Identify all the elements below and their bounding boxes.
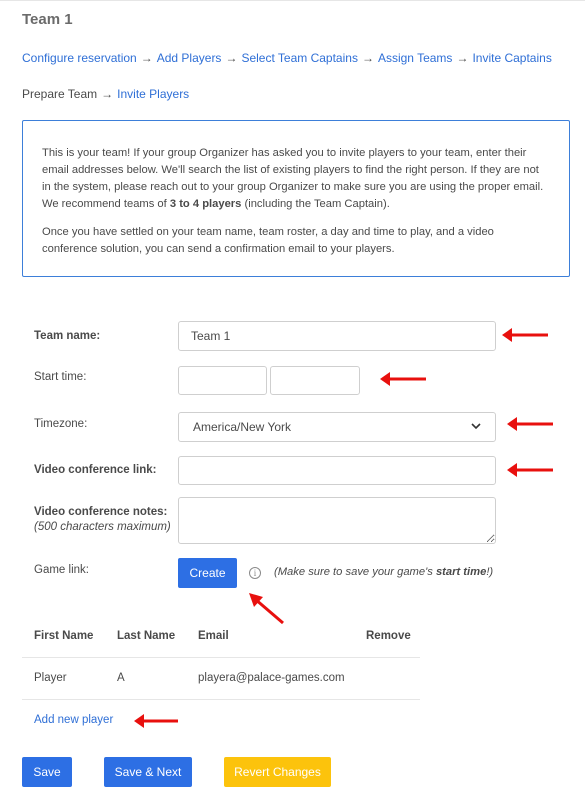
game-note-text: (Make sure to save your game's (274, 566, 436, 578)
game-note-start-time: start time (435, 566, 487, 578)
breadcrumb-invite-players[interactable]: Invite Players (117, 87, 189, 101)
breadcrumb-separator: → (140, 51, 153, 65)
player-email: playera@palace-games.com (198, 672, 345, 684)
info-icon[interactable]: i (249, 567, 261, 579)
create-game-button[interactable]: Create (178, 558, 237, 588)
start-date-input[interactable] (178, 366, 267, 395)
game-link-label: Game link: (34, 564, 89, 576)
game-link-note: (Make sure to save your game's start tim… (274, 566, 493, 578)
player-last-name: A (117, 672, 125, 684)
breadcrumb-assign-teams[interactable]: Assign Teams (378, 51, 452, 65)
top-divider (0, 0, 585, 1)
start-time-label: Start time: (34, 371, 87, 383)
info-paragraph-1: This is your team! If your group Organiz… (42, 145, 549, 213)
breadcrumb-prepare-team: Prepare Team (22, 87, 98, 101)
video-notes-limit: (500 characters maximum) (34, 521, 171, 533)
info-paragraph-2: Once you have settled on your team name,… (42, 226, 494, 255)
team-name-label: Team name: (34, 330, 101, 342)
breadcrumb-current: Prepare Team → Invite Players (22, 87, 189, 101)
annotation-arrow-icon (502, 328, 548, 342)
column-header-email: Email (198, 630, 229, 642)
chevron-down-icon (471, 421, 481, 433)
breadcrumb-separator: → (225, 51, 238, 65)
breadcrumb-select-team-captains[interactable]: Select Team Captains (241, 51, 358, 65)
timezone-select[interactable]: America/New York (178, 412, 496, 442)
info-team-size: 3 to 4 players (169, 198, 242, 210)
page-title: Team 1 (22, 11, 73, 28)
breadcrumb-separator: → (456, 51, 469, 65)
breadcrumb-separator: → (361, 51, 374, 65)
timezone-value: America/New York (193, 420, 292, 434)
start-time-input[interactable] (270, 366, 360, 395)
breadcrumb-steps: Configure reservation → Add Players → Select… (22, 51, 552, 65)
breadcrumb-invite-captains[interactable]: Invite Captains (472, 51, 551, 65)
timezone-label: Timezone: (34, 418, 88, 430)
add-new-player-link[interactable]: Add new player (34, 714, 113, 726)
team-info-box: This is your team! If your group Organiz… (22, 120, 570, 277)
annotation-arrow-icon (380, 372, 426, 386)
table-divider (22, 657, 420, 658)
annotation-arrow-icon (507, 417, 553, 431)
video-link-label: Video conference link: (34, 464, 157, 476)
video-notes-label-text: Video conference notes: (34, 506, 168, 518)
video-link-input[interactable] (178, 456, 496, 485)
save-button[interactable]: Save (22, 757, 72, 787)
video-notes-textarea[interactable] (178, 497, 496, 544)
breadcrumb-separator: → (101, 87, 114, 101)
info-text: (including the Team Captain). (241, 198, 390, 210)
video-notes-label: Video conference notes: (500 characters … (34, 506, 171, 533)
column-header-remove: Remove (366, 630, 411, 642)
annotation-arrow-icon (249, 593, 284, 625)
annotation-arrow-icon (507, 463, 553, 477)
column-header-first-name: First Name (34, 630, 94, 642)
team-name-input[interactable] (178, 321, 496, 351)
breadcrumb-configure-reservation[interactable]: Configure reservation (22, 51, 137, 65)
breadcrumb-add-players[interactable]: Add Players (157, 51, 222, 65)
save-next-button[interactable]: Save & Next (104, 757, 192, 787)
annotation-arrow-icon (134, 714, 178, 728)
column-header-last-name: Last Name (117, 630, 176, 642)
player-first-name: Player (34, 672, 67, 684)
table-divider (22, 699, 420, 700)
revert-changes-button[interactable]: Revert Changes (224, 757, 331, 787)
game-note-text: !) (486, 566, 494, 578)
